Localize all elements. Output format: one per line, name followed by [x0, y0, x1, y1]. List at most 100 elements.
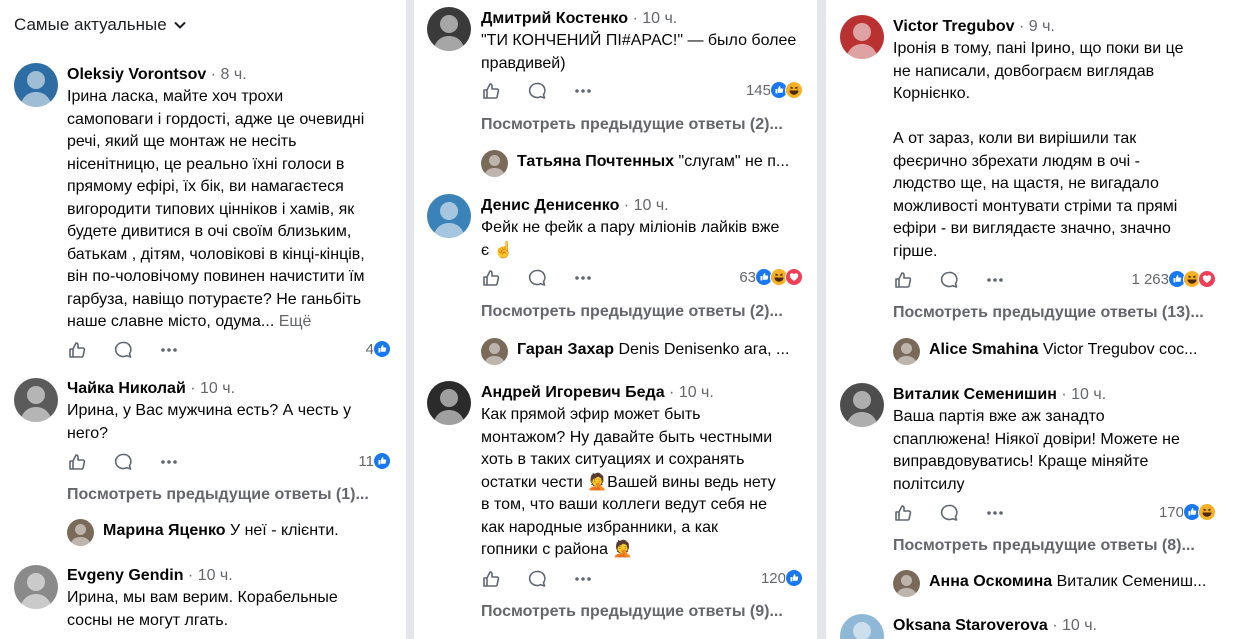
avatar[interactable]: [840, 383, 884, 427]
reply-avatar[interactable]: [481, 150, 508, 177]
view-previous-replies-link[interactable]: Посмотреть предыдущие ответы (9)...: [481, 603, 783, 621]
comment-author-line: Чайка Николай · 10 ч.: [67, 380, 235, 398]
see-more-link[interactable]: Ещё: [274, 313, 312, 330]
avatar[interactable]: [427, 7, 471, 51]
comment-time[interactable]: · 10 ч.: [665, 384, 714, 401]
reply-avatar[interactable]: [893, 338, 920, 365]
comment-author-line: Андрей Игоревич Беда · 10 ч.: [481, 384, 714, 402]
reply-preview[interactable]: Гаран Захар Denis Denisenko ага, ...: [517, 341, 804, 359]
like-reaction-icon: [373, 452, 392, 471]
comment-author-line: Дмитрий Костенко · 10 ч.: [481, 10, 677, 28]
sort-label: Самые актуальные: [14, 15, 167, 34]
speech-bubble-icon: [527, 269, 547, 292]
comment-actions: 11: [67, 452, 392, 476]
comment-author-name[interactable]: Виталик Семенишин: [893, 386, 1057, 403]
comment-column-3: Victor Tregubov · 9 ч. Іронія в тому, пан…: [826, 0, 1234, 639]
thumb-up-icon: [481, 270, 501, 292]
like-button[interactable]: [481, 268, 501, 288]
reaction-summary[interactable]: 1 263: [1131, 270, 1217, 289]
comment-time[interactable]: · 10 ч.: [183, 567, 233, 584]
more-options-button[interactable]: [985, 503, 1005, 523]
haha-reaction-icon: [785, 81, 804, 100]
view-previous-replies-link[interactable]: Посмотреть предыдущие ответы (13)...: [893, 304, 1204, 322]
view-previous-replies-link[interactable]: Посмотреть предыдущие ответы (8)...: [893, 537, 1195, 555]
reply-button[interactable]: [939, 503, 959, 523]
comment-author-name[interactable]: Oksana Staroverova: [893, 617, 1048, 634]
comment-time[interactable]: · 10 ч.: [186, 380, 235, 397]
avatar[interactable]: [427, 194, 471, 238]
thumb-up-icon: [481, 83, 501, 105]
reaction-summary[interactable]: 4: [366, 340, 392, 359]
comment-author-line: Oleksiy Vorontsov · 8 ч.: [67, 66, 247, 84]
comment-time[interactable]: · 8 ч.: [206, 66, 247, 83]
comment-time[interactable]: · 10 ч.: [628, 10, 677, 27]
comment-author-name[interactable]: Oleksiy Vorontsov: [67, 66, 206, 83]
like-button[interactable]: [893, 270, 913, 290]
more-options-button[interactable]: [573, 569, 593, 589]
reaction-summary[interactable]: 120: [761, 569, 804, 588]
more-options-button[interactable]: [573, 81, 593, 101]
avatar[interactable]: [14, 378, 58, 422]
reply-author-name[interactable]: Татьяна Почтенных: [517, 153, 674, 170]
reply-button[interactable]: [113, 340, 133, 360]
comment-time[interactable]: · 10 ч.: [1048, 617, 1097, 634]
reply-author-name[interactable]: Анна Оскомина: [929, 573, 1052, 590]
comment-author-name[interactable]: Андрей Игоревич Беда: [481, 384, 665, 401]
comment-time[interactable]: · 10 ч.: [1057, 386, 1106, 403]
reply-author-name[interactable]: Alice Smahina: [929, 341, 1038, 358]
love-reaction-icon: [785, 268, 804, 287]
reply-avatar[interactable]: [893, 570, 920, 597]
comment-author-name[interactable]: Victor Tregubov: [893, 18, 1015, 35]
reply-button[interactable]: [527, 569, 547, 589]
reply-avatar[interactable]: [67, 519, 94, 546]
more-options-button[interactable]: [159, 452, 179, 472]
reply-text: Victor Tregubov сос...: [1038, 341, 1198, 358]
like-button[interactable]: [893, 503, 913, 523]
like-button[interactable]: [481, 81, 501, 101]
reply-preview[interactable]: Alice Smahina Victor Tregubov сос...: [929, 341, 1217, 359]
like-reaction-icon: [785, 569, 804, 588]
comment-time[interactable]: · 9 ч.: [1015, 18, 1055, 35]
avatar[interactable]: [14, 63, 58, 107]
reply-button[interactable]: [113, 452, 133, 472]
thumb-up-icon: [893, 505, 913, 527]
thumb-up-icon: [481, 571, 501, 593]
reaction-summary[interactable]: 170: [1159, 503, 1217, 522]
reply-preview[interactable]: Татьяна Почтенных "слугам" не п...: [517, 153, 804, 171]
view-previous-replies-link[interactable]: Посмотреть предыдущие ответы (2)...: [481, 303, 783, 321]
like-button[interactable]: [67, 340, 87, 360]
view-previous-replies-link[interactable]: Посмотреть предыдущие ответы (1)...: [67, 486, 369, 504]
reply-preview[interactable]: Марина Яценко У неї - клієнти.: [103, 522, 392, 540]
reaction-summary[interactable]: 63: [739, 268, 804, 287]
love-reaction-icon: [1198, 270, 1217, 289]
like-button[interactable]: [67, 452, 87, 472]
reply-avatar[interactable]: [481, 338, 508, 365]
comment-author-name[interactable]: Чайка Николай: [67, 380, 186, 397]
sort-dropdown[interactable]: Самые актуальные: [14, 15, 187, 35]
haha-reaction-icon: [1198, 503, 1217, 522]
reply-text: "слугам" не п...: [674, 153, 790, 170]
view-previous-replies-link[interactable]: Посмотреть предыдущие ответы (2)...: [481, 116, 783, 134]
comment-time[interactable]: · 10 ч.: [619, 197, 669, 214]
comment-author-name[interactable]: Evgeny Gendin: [67, 567, 183, 584]
avatar[interactable]: [840, 614, 884, 639]
avatar[interactable]: [427, 381, 471, 425]
reply-preview[interactable]: Анна Оскомина Виталик Семениш...: [929, 573, 1217, 591]
reply-text: Виталик Семениш...: [1052, 573, 1207, 590]
reaction-summary[interactable]: 145: [746, 81, 804, 100]
reply-button[interactable]: [527, 81, 547, 101]
more-options-button[interactable]: [985, 270, 1005, 290]
like-button[interactable]: [481, 569, 501, 589]
reply-button[interactable]: [527, 268, 547, 288]
reaction-summary[interactable]: 11: [358, 452, 392, 471]
comment-author-name[interactable]: Денис Денисенко: [481, 197, 619, 214]
comment-text: Фейк не фейк а пару міліонів лайків вже …: [481, 217, 815, 262]
avatar[interactable]: [14, 565, 58, 609]
avatar[interactable]: [840, 15, 884, 59]
reply-author-name[interactable]: Гаран Захар: [517, 341, 614, 358]
more-options-button[interactable]: [573, 268, 593, 288]
more-options-button[interactable]: [159, 340, 179, 360]
reply-button[interactable]: [939, 270, 959, 290]
comment-author-name[interactable]: Дмитрий Костенко: [481, 10, 628, 27]
reply-author-name[interactable]: Марина Яценко: [103, 522, 226, 539]
